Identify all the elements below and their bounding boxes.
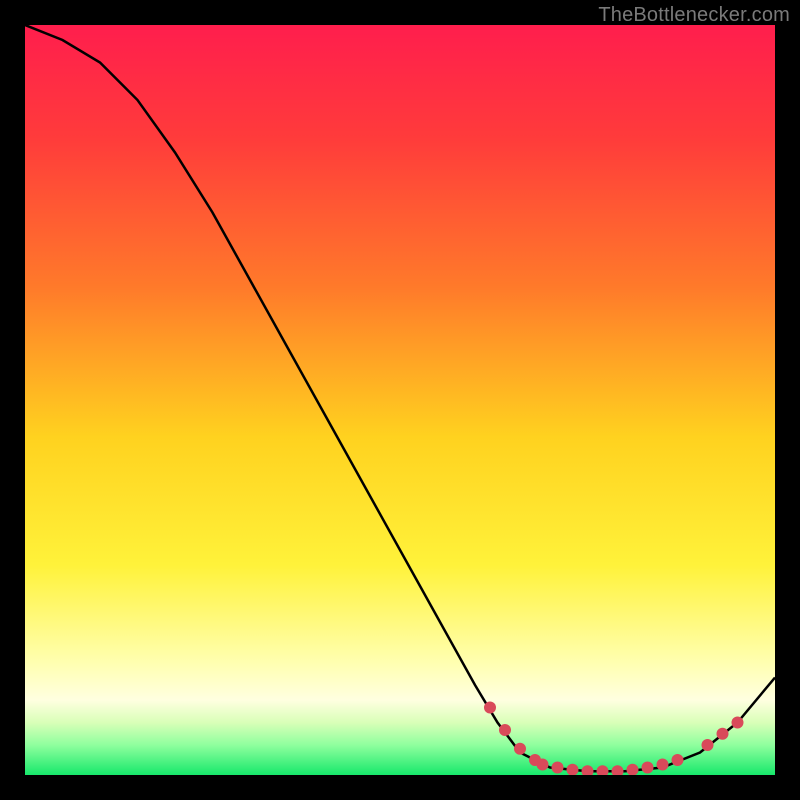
chart-frame: TheBottlenecker.com: [0, 0, 800, 800]
data-marker: [657, 759, 669, 771]
data-marker: [732, 717, 744, 729]
data-marker: [499, 724, 511, 736]
data-marker: [672, 754, 684, 766]
data-marker: [552, 762, 564, 774]
data-marker: [717, 728, 729, 740]
data-marker: [702, 739, 714, 751]
data-marker: [642, 762, 654, 774]
data-marker: [514, 743, 526, 755]
data-marker: [484, 702, 496, 714]
attribution-text: TheBottlenecker.com: [598, 4, 790, 27]
gradient-background: [25, 25, 775, 775]
chart-svg: [25, 25, 775, 775]
plot-area: [25, 25, 775, 775]
data-marker: [537, 759, 549, 771]
